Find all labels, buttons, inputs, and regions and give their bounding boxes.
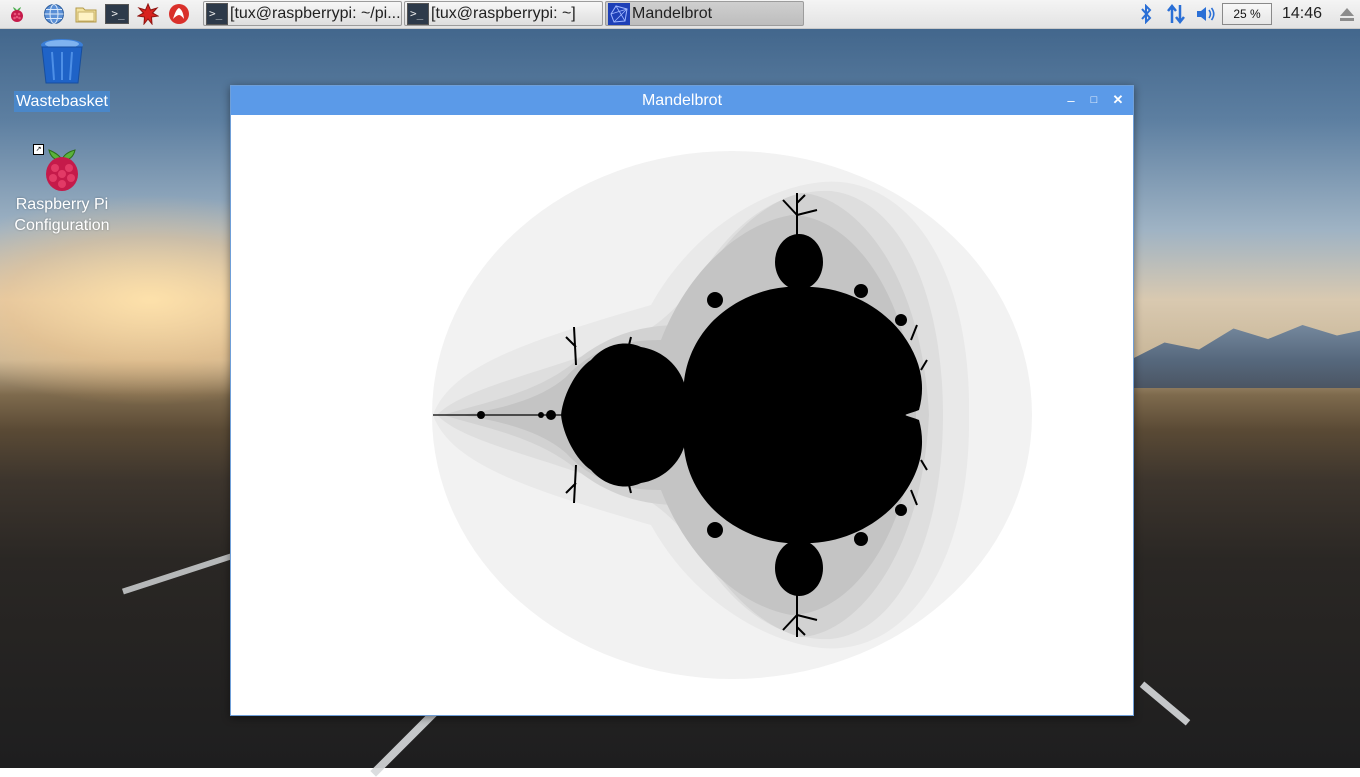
desktop-icon-rpi-config[interactable]: ↗ Raspberry Pi Configuration bbox=[12, 144, 112, 236]
cpu-usage-monitor[interactable]: 25 % bbox=[1222, 3, 1272, 25]
terminal-icon: >_ bbox=[407, 2, 429, 25]
wallpaper-mountains bbox=[1130, 325, 1360, 388]
task-mandelbrot[interactable]: Mandelbrot bbox=[605, 1, 804, 26]
rpi-config-label-line1: Raspberry Pi bbox=[15, 196, 109, 213]
raspberry-menu-icon[interactable] bbox=[6, 3, 28, 25]
taskbar: >_ >_ [tux@raspberrypi: ~/pi... >_ [tux@… bbox=[0, 0, 1360, 29]
volume-icon[interactable] bbox=[1195, 3, 1217, 25]
file-manager-icon[interactable] bbox=[75, 3, 97, 25]
minimize-button[interactable]: – bbox=[1063, 92, 1079, 108]
terminal-icon: >_ bbox=[206, 2, 228, 25]
mandelbrot-fractal bbox=[231, 115, 1133, 715]
wallpaper-road-marking bbox=[122, 551, 238, 595]
eject-icon[interactable] bbox=[1336, 3, 1358, 25]
task-label: Mandelbrot bbox=[632, 4, 713, 22]
network-icon[interactable] bbox=[1165, 3, 1187, 25]
task-terminal-home[interactable]: >_ [tux@raspberrypi: ~] bbox=[404, 1, 603, 26]
wallpaper-road-marking bbox=[1139, 681, 1191, 726]
mini-bulb bbox=[477, 411, 485, 419]
wastebasket-label: Wastebasket bbox=[14, 91, 110, 112]
rpi-config-label: Raspberry Pi Configuration bbox=[12, 194, 112, 236]
mandelbrot-canvas[interactable] bbox=[231, 115, 1133, 715]
clock[interactable]: 14:46 bbox=[1282, 5, 1322, 23]
task-terminal-pi[interactable]: >_ [tux@raspberrypi: ~/pi... bbox=[203, 1, 402, 26]
window-title: Mandelbrot bbox=[641, 92, 723, 109]
close-button[interactable]: ✕ bbox=[1110, 92, 1126, 108]
raspberry-pi-icon bbox=[46, 149, 78, 191]
bluetooth-icon[interactable] bbox=[1135, 3, 1157, 25]
web-browser-icon[interactable] bbox=[43, 3, 65, 25]
maximize-button[interactable]: □ bbox=[1086, 92, 1102, 108]
mathematica-icon[interactable] bbox=[137, 3, 159, 25]
desktop-icon-wastebasket[interactable]: Wastebasket bbox=[12, 36, 112, 112]
window-titlebar[interactable]: Mandelbrot – □ ✕ bbox=[231, 86, 1133, 115]
terminal-icon[interactable]: >_ bbox=[105, 4, 129, 24]
wastebasket-icon bbox=[41, 39, 83, 84]
mandelbrot-app-icon bbox=[608, 2, 630, 25]
task-label: [tux@raspberrypi: ~] bbox=[431, 4, 576, 22]
wallpaper-road-marking bbox=[370, 707, 440, 777]
shortcut-arrow-icon: ↗ bbox=[33, 144, 44, 155]
wolfram-icon[interactable] bbox=[168, 3, 190, 25]
task-label: [tux@raspberrypi: ~/pi... bbox=[230, 4, 401, 22]
mandelbrot-window: Mandelbrot – □ ✕ bbox=[230, 85, 1134, 716]
rpi-config-label-line2: Configuration bbox=[14, 217, 110, 234]
